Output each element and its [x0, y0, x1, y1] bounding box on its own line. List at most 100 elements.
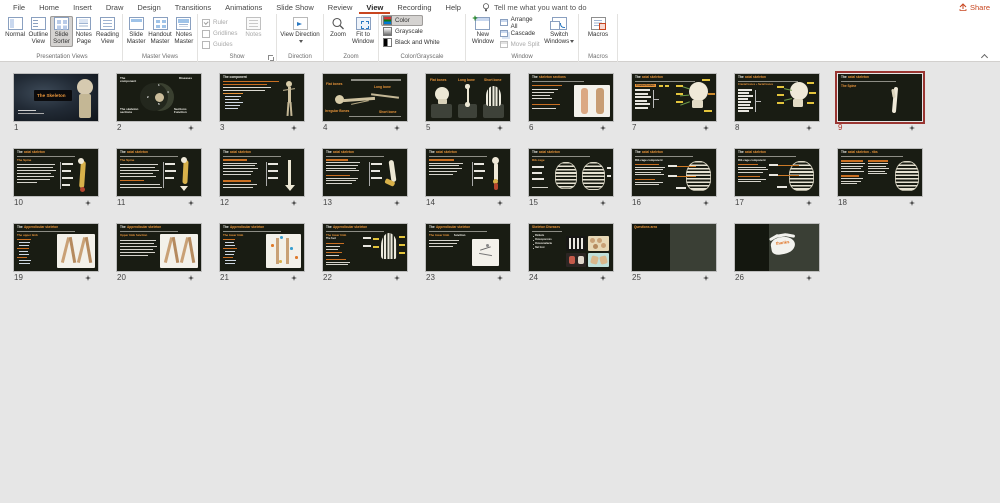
thumb-graphic: The [738, 151, 744, 155]
tab-file[interactable]: File [6, 0, 32, 14]
handout-master-button[interactable]: Handout Master [147, 16, 172, 47]
color-button[interactable]: Color [381, 15, 423, 26]
slide-thumbnail-5[interactable]: Flat bonesLong boneShort bone [426, 74, 510, 121]
thumb-graphic: The lower limb [429, 234, 449, 237]
thumb-graphic [165, 177, 174, 179]
tab-insert[interactable]: Insert [66, 0, 99, 14]
slide-thumbnail-12[interactable]: Theaxial skeleton [220, 149, 304, 196]
tab-slide-show[interactable]: Slide Show [269, 0, 321, 14]
thumb-graphic [326, 252, 342, 253]
slide-thumbnail-26[interactable]: thanks [735, 224, 819, 271]
slide-thumbnail-2[interactable]: The componentDiseasesThe skeleton sectio… [117, 74, 201, 121]
thumb-graphic [494, 183, 498, 190]
thumb-graphic [120, 184, 160, 185]
slide-thumbnail-16[interactable]: Theaxial skeletonRib cage component [632, 149, 716, 196]
ribbon-tab-row: FileHomeInsertDrawDesignTransitionsAnima… [0, 0, 1000, 14]
zoom-button[interactable]: Zoom [326, 16, 350, 39]
thumb-graphic [533, 236, 534, 237]
slide-master-button[interactable]: Slide Master [125, 16, 147, 47]
slide-thumbnail-19[interactable]: TheAppendicular skeletonThe upper limb [14, 224, 98, 271]
notes-page-button[interactable]: Notes Page [73, 16, 95, 47]
thumb-graphic [18, 110, 36, 111]
tab-animations[interactable]: Animations [218, 0, 269, 14]
tell-me-box[interactable]: Tell me what you want to do [482, 3, 587, 12]
thumb-graphic [532, 166, 544, 168]
slide-sorter-area[interactable]: The Skeleton1The componentDiseasesThe sk… [0, 62, 1000, 503]
slide-thumbnail-17[interactable]: Theaxial skeletonRib cage component [735, 149, 819, 196]
slide-thumbnail-24[interactable]: Skeleton DiseasesRicketsOsteoporosisOste… [529, 224, 613, 271]
thumb-graphic [373, 238, 379, 240]
slide-thumbnail-15[interactable]: Theaxial skeletonRib cage [529, 149, 613, 196]
switch-windows-button[interactable]: Switch Windows [542, 16, 576, 47]
share-button[interactable]: Share [959, 1, 990, 13]
slide-thumbnail-11[interactable]: Theaxial skeletonThe Spine [117, 149, 201, 196]
slide-thumbnail-6[interactable]: Theskeleton sections [529, 74, 613, 121]
tab-home[interactable]: Home [32, 0, 66, 14]
normal-view-button[interactable]: Normal [4, 16, 26, 39]
thumb-graphic [775, 165, 799, 166]
guides-checkbox[interactable] [202, 41, 210, 49]
slide-sorter-button[interactable]: Slide Sorter [50, 16, 72, 47]
slide-thumbnail-8[interactable]: Theaxial skeletonCranial bones + facial … [735, 74, 819, 121]
thumb-graphic [777, 94, 784, 96]
slide-thumbnail-10[interactable]: Theaxial skeletonThe Spine [14, 149, 98, 196]
gridlines-checkbox-row[interactable]: Gridlines [200, 28, 239, 39]
move-split-button[interactable]: Move Split [498, 39, 543, 50]
animation-star-icon [806, 125, 812, 131]
new-window-button[interactable]: New Window [468, 16, 498, 47]
fit-to-window-button[interactable]: Fit to Window [350, 16, 376, 47]
slide-thumbnail-9[interactable]: Theaxial skeletonThe Spine [838, 74, 922, 121]
slide-title: The component [223, 76, 247, 80]
gridlines-checkbox[interactable] [202, 30, 210, 38]
notes-button[interactable]: Notes [241, 16, 265, 39]
tab-draw[interactable]: Draw [99, 0, 131, 14]
slide-thumbnail-13[interactable]: Theaxial skeleton [323, 149, 407, 196]
thumb-graphic [704, 110, 712, 112]
slide-thumbnail-22[interactable]: TheAppendicular skeletonThe lower limbTh… [323, 224, 407, 271]
arrange-all-button[interactable]: Arrange All [498, 17, 543, 28]
slide-thumbnail-20[interactable]: TheAppendicular skeletonUpper limb funct… [117, 224, 201, 271]
tab-transitions[interactable]: Transitions [168, 0, 218, 14]
thumb-graphic [326, 159, 348, 161]
slide-number-18: 18 [838, 198, 847, 207]
animation-star-icon [85, 200, 91, 206]
thumb-graphic [692, 100, 703, 108]
thumb-graphic [532, 92, 554, 93]
slide-thumbnail-4[interactable]: Flat bonesLong boneIrregular BonesShort … [323, 74, 407, 121]
thumb-graphic [738, 164, 758, 166]
collapse-ribbon-icon[interactable] [982, 54, 988, 58]
grayscale-button[interactable]: Grayscale [381, 26, 463, 37]
guides-checkbox-row[interactable]: Guides [200, 39, 239, 50]
slide-thumbnail-7[interactable]: Theaxial skeletonCranial bones [632, 74, 716, 121]
view-direction-button[interactable]: View Direction [279, 16, 321, 47]
slide-thumbnail-14[interactable]: Theaxial skeleton [426, 149, 510, 196]
thumb-graphic [371, 93, 399, 99]
thumb-graphic: axial skeleton [848, 76, 869, 80]
reading-view-button[interactable]: Reading View [95, 16, 120, 47]
slide-thumbnail-1[interactable]: The Skeleton [14, 74, 98, 121]
thumb-graphic [373, 246, 379, 248]
macros-button[interactable]: Macros [582, 16, 614, 39]
tab-design[interactable]: Design [130, 0, 167, 14]
tab-view[interactable]: View [359, 0, 390, 14]
slide-thumbnail-23[interactable]: TheAppendicular skeletonThe lower limbfu… [426, 224, 510, 271]
thumb-graphic: Long bone [374, 86, 391, 90]
tab-recording[interactable]: Recording [390, 0, 438, 14]
slide-thumbnail-3[interactable]: The component [220, 74, 304, 121]
thumb-graphic [19, 263, 30, 264]
notes-master-button[interactable]: Notes Master [173, 16, 195, 47]
tab-help[interactable]: Help [439, 0, 468, 14]
show-dialog-launcher-icon[interactable] [268, 55, 274, 61]
black-and-white-button[interactable]: Black and White [381, 37, 463, 48]
cascade-button[interactable]: Cascade [498, 28, 543, 39]
slide-thumbnail-18[interactable]: Theaxial skeleton - ribs [838, 149, 922, 196]
outline-view-button[interactable]: Outline View [26, 16, 50, 47]
ruler-checkbox-row[interactable]: Ruler [200, 17, 239, 28]
slide-thumbnail-21[interactable]: TheAppendicular skeletonThe lower limb [220, 224, 304, 271]
thumb-graphic [533, 248, 534, 249]
slide-thumbnail-25[interactable]: Questions area [632, 224, 716, 271]
thumb-graphic [371, 170, 380, 172]
ruler-checkbox[interactable] [202, 19, 210, 27]
thumb-graphic [223, 257, 233, 258]
tab-review[interactable]: Review [321, 0, 360, 14]
